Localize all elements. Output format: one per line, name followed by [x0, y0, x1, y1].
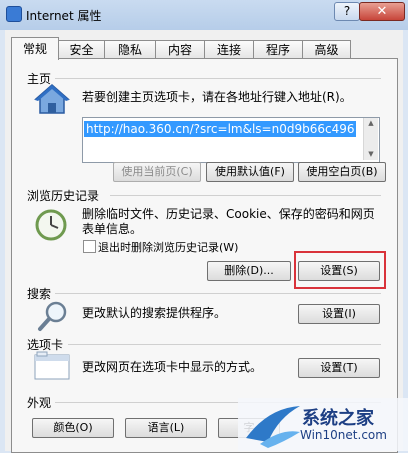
history-separator [110, 195, 381, 196]
scroll-down-icon[interactable]: ▼ [364, 149, 378, 159]
internet-options-icon [6, 6, 22, 22]
history-clock-icon [35, 209, 67, 241]
history-description-line2: 表单信息。 [82, 222, 143, 236]
tab-advanced[interactable]: 高级 [302, 40, 351, 59]
colors-button[interactable]: 颜色(O) [32, 418, 114, 438]
tab-programs[interactable]: 程序 [253, 40, 303, 59]
watermark-brand: 系统之家 [302, 408, 374, 429]
search-separator [55, 293, 381, 294]
search-description: 更改默认的搜索提供程序。 [82, 306, 227, 320]
tabs-separator [68, 344, 381, 345]
tab-connections[interactable]: 连接 [204, 40, 254, 59]
watermark-site: Win10net.com [300, 428, 387, 442]
close-button[interactable]: ✕ [359, 2, 405, 21]
red-highlight-box [294, 251, 386, 289]
home-icon [34, 84, 70, 114]
delete-on-exit-label[interactable]: 退出时删除浏览历史记录(W) [98, 239, 238, 255]
delete-on-exit-checkbox[interactable] [83, 240, 96, 253]
help-button[interactable]: ? [334, 2, 360, 21]
homepage-separator [55, 78, 381, 79]
tabs-description: 更改网页在选项卡中显示的方式。 [82, 360, 263, 374]
url-scrollbar[interactable]: ▲ ▼ [363, 118, 378, 160]
homepage-description: 若要创建主页选项卡，请在各地址行键入地址(R)。 [82, 90, 352, 104]
languages-button[interactable]: 语言(L) [125, 418, 207, 438]
window-title: Internet 属性 [26, 9, 102, 23]
use-default-button[interactable]: 使用默认值(F) [206, 162, 294, 182]
use-current-button[interactable]: 使用当前页(C) [113, 162, 201, 182]
appearance-group-label: 外观 [27, 396, 52, 410]
tabbed-window-icon [34, 351, 70, 380]
history-group-label: 浏览历史记录 [27, 189, 100, 203]
tab-privacy[interactable]: 隐私 [104, 40, 156, 59]
homepage-url-text[interactable]: http://hao.360.cn/?src=lm&ls=n0d9b66c496 [84, 121, 357, 137]
search-settings-button[interactable]: 设置(I) [298, 304, 380, 324]
use-blank-button[interactable]: 使用空白页(B) [298, 162, 386, 182]
tabs-settings-button[interactable]: 设置(T) [298, 358, 380, 378]
scroll-up-icon[interactable]: ▲ [364, 118, 378, 128]
magnifier-icon [38, 301, 67, 331]
tab-security[interactable]: 安全 [58, 40, 105, 59]
delete-history-button[interactable]: 删除(D)... [207, 261, 291, 281]
tab-content[interactable]: 内容 [155, 40, 205, 59]
tab-general[interactable]: 常规 [11, 37, 59, 60]
